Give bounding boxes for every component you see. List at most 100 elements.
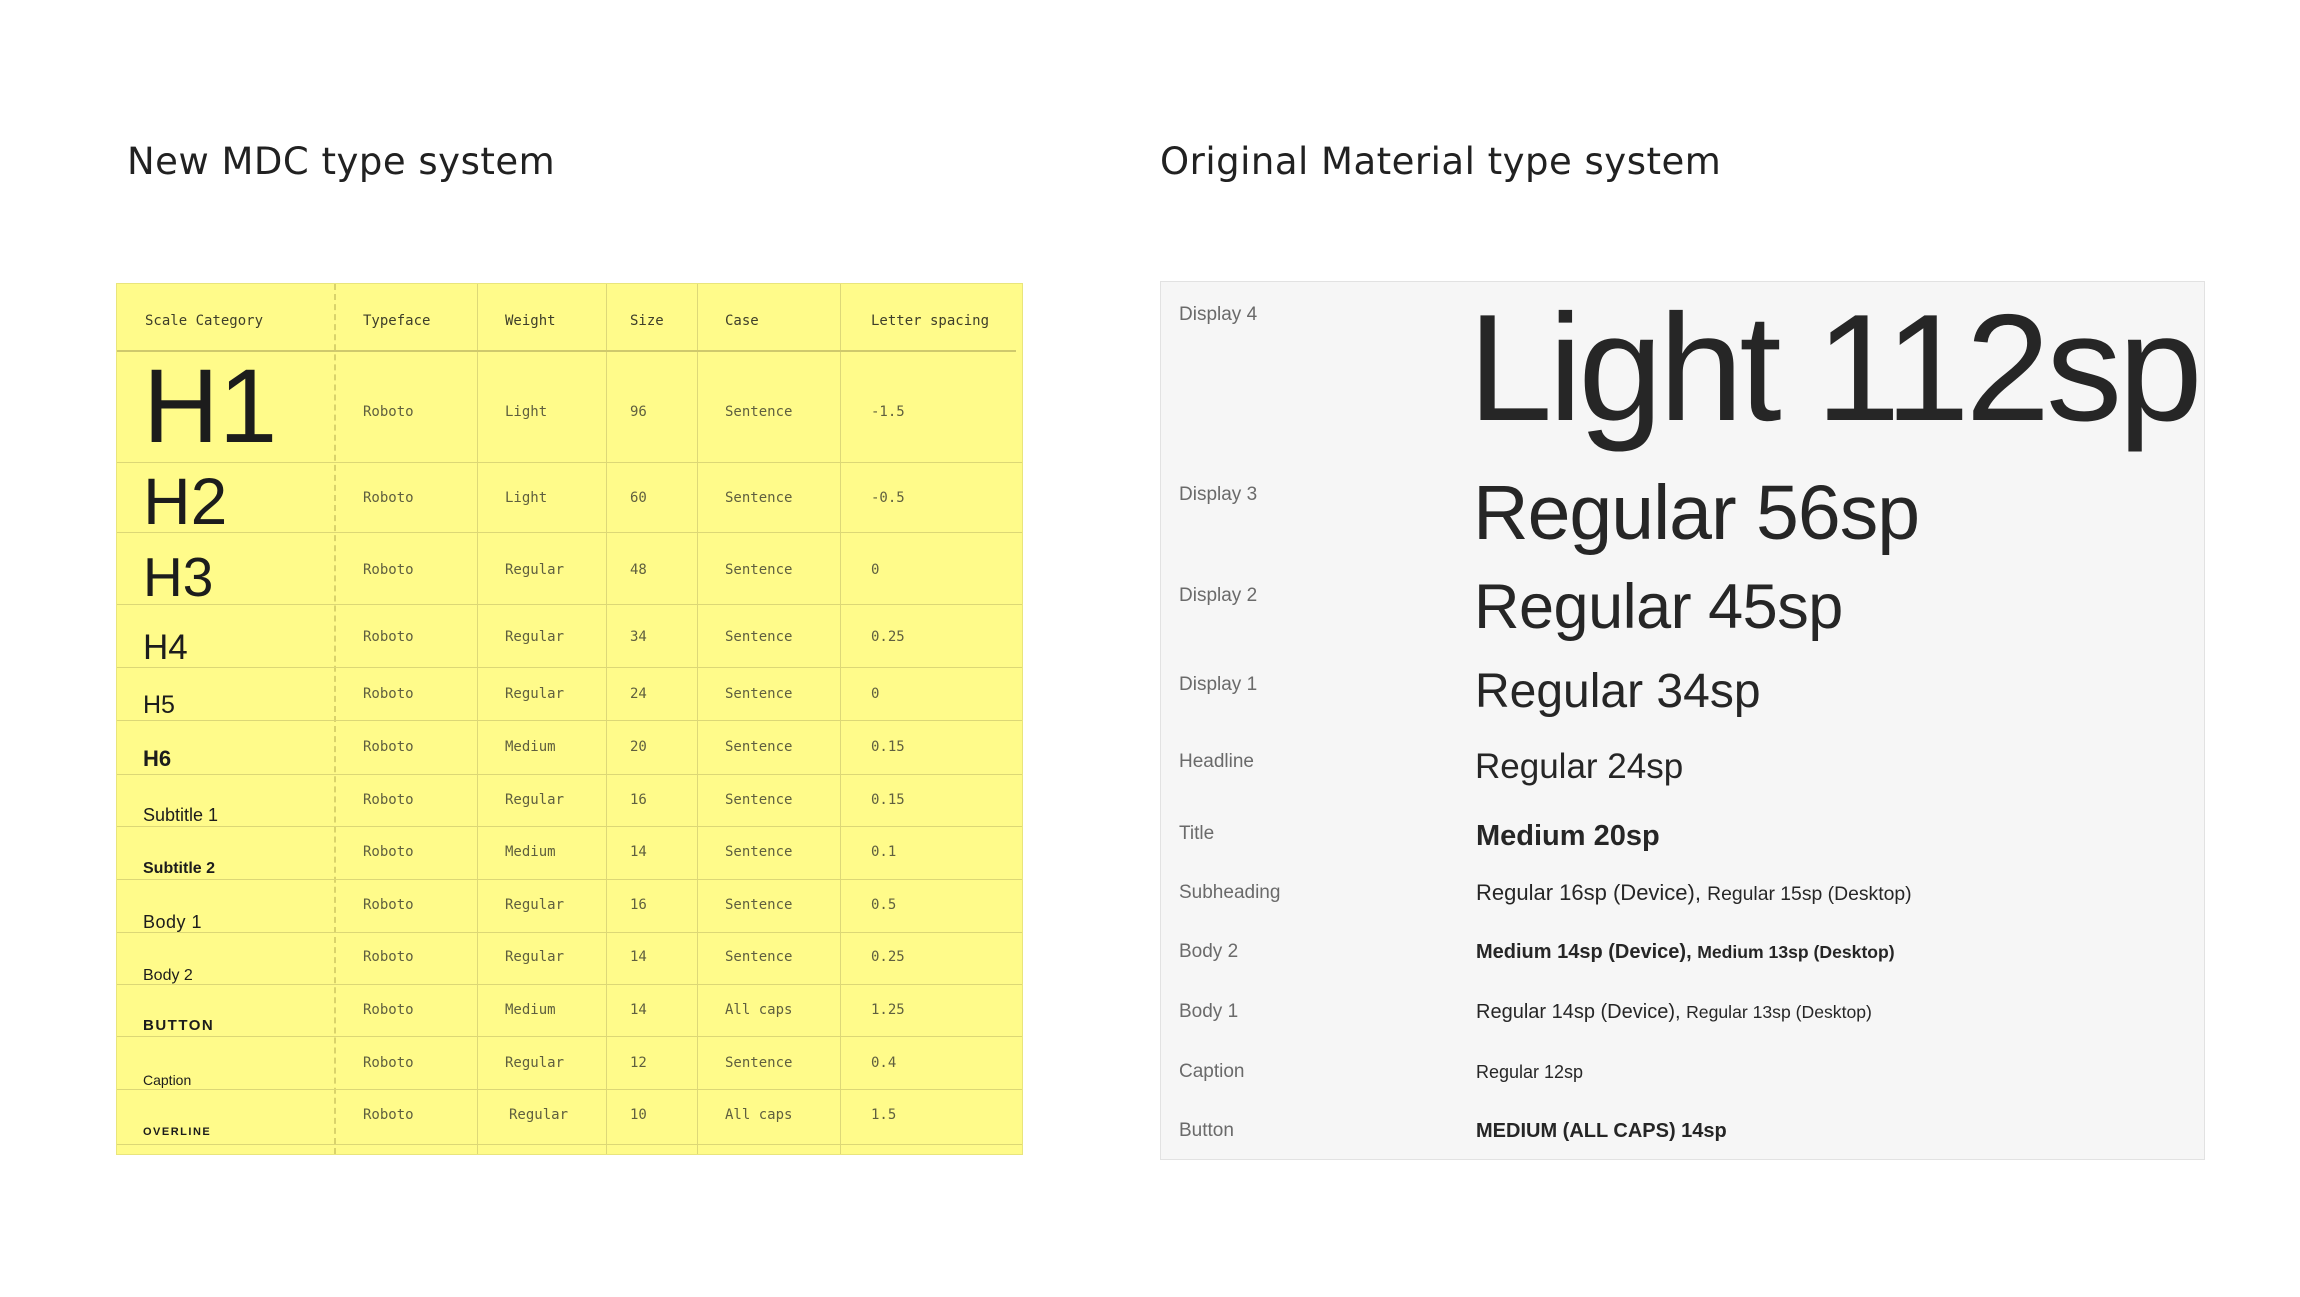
typeface-cell: Roboto — [363, 792, 414, 808]
scale-label: Body 2 — [1179, 941, 1239, 962]
weight-cell: Light — [505, 404, 548, 420]
scale-sample: Regular 14sp (Device), Regular 13sp (Des… — [1476, 1002, 1872, 1022]
typeface-cell: Roboto — [363, 1002, 414, 1018]
row-divider — [117, 1089, 1022, 1090]
case-cell: All caps — [725, 1107, 793, 1123]
scale-sample: MEDIUM (ALL CAPS) 14sp — [1476, 1121, 1727, 1141]
row-divider — [117, 462, 1022, 463]
column-divider — [606, 284, 607, 1154]
scale-sample: Regular 16sp (Device), Regular 15sp (Des… — [1476, 882, 1912, 904]
row-divider — [117, 774, 1022, 775]
scale-sample-desktop-text: Regular 15sp (Desktop) — [1707, 883, 1912, 905]
scale-category-sample: Subtitle 1 — [143, 805, 219, 825]
scale-label: Display 2 — [1179, 585, 1258, 606]
scale-sample: Regular 45sp — [1474, 576, 1843, 639]
scale-sample-text: Regular 34sp — [1475, 665, 1761, 718]
typeface-cell: Roboto — [363, 897, 414, 913]
weight-cell: Regular — [505, 629, 565, 645]
case-cell: Sentence — [725, 490, 793, 506]
column-divider — [697, 284, 698, 1154]
weight-cell: Regular — [509, 1107, 569, 1123]
scale-label: Display 1 — [1179, 674, 1258, 695]
weight-cell: Regular — [505, 792, 565, 808]
header-typeface: Typeface — [363, 313, 431, 329]
scale-sample-text: MEDIUM (ALL CAPS) 14sp — [1476, 1120, 1727, 1142]
scale-category-sample: H5 — [143, 691, 175, 719]
scale-sample-text: Medium 20sp — [1476, 820, 1660, 852]
scale-sample: Regular 12sp — [1476, 1063, 1583, 1081]
header-size: Size — [630, 313, 664, 329]
letter-spacing-cell: 0.15 — [871, 739, 905, 755]
header-scale-category: Scale Category — [145, 313, 264, 329]
row-divider — [117, 932, 1022, 933]
weight-cell: Light — [505, 490, 548, 506]
case-cell: Sentence — [725, 629, 793, 645]
scale-category-sample: H1 — [143, 348, 278, 465]
original-material-heading: Original Material type system — [1160, 140, 1722, 183]
typeface-cell: Roboto — [363, 739, 414, 755]
case-cell: Sentence — [725, 404, 793, 420]
scale-label: Headline — [1179, 751, 1254, 772]
typeface-cell: Roboto — [363, 844, 414, 860]
typeface-cell: Roboto — [363, 686, 414, 702]
letter-spacing-cell: 0.25 — [871, 629, 905, 645]
scale-sample: Regular 56sp — [1473, 475, 1920, 552]
scale-sample-text: Regular 24sp — [1475, 747, 1684, 786]
scale-category-sample: Subtitle 2 — [143, 860, 216, 877]
scale-label: Title — [1179, 823, 1215, 844]
case-cell: Sentence — [725, 739, 793, 755]
letter-spacing-cell: 0.5 — [871, 897, 897, 913]
weight-cell: Medium — [505, 739, 556, 755]
letter-spacing-cell: 0.1 — [871, 844, 897, 860]
row-divider — [117, 720, 1022, 721]
letter-spacing-cell: 0 — [871, 562, 880, 578]
size-cell: 48 — [630, 562, 647, 578]
letter-spacing-cell: 1.5 — [871, 1107, 897, 1123]
typeface-cell: Roboto — [363, 949, 414, 965]
header-case: Case — [725, 313, 759, 329]
row-divider — [117, 532, 1022, 533]
size-cell: 34 — [630, 629, 647, 645]
typeface-cell: Roboto — [363, 562, 414, 578]
column-divider — [840, 284, 841, 1154]
material-type-panel: Display 4 Light 112sp Display 3 Regular 56s… — [1160, 281, 2205, 1160]
letter-spacing-cell: 0.25 — [871, 949, 905, 965]
scale-sample: Medium 20sp — [1476, 822, 1660, 851]
size-cell: 10 — [630, 1107, 647, 1123]
scale-sample-text: Regular 56sp — [1473, 470, 1920, 556]
size-cell: 16 — [630, 792, 647, 808]
scale-sample-text: Regular 45sp — [1474, 572, 1843, 642]
size-cell: 14 — [630, 1002, 647, 1018]
size-cell: 60 — [630, 490, 647, 506]
scale-sample-text: Regular 16sp (Device), — [1476, 880, 1701, 905]
case-cell: All caps — [725, 1002, 793, 1018]
size-cell: 12 — [630, 1055, 647, 1071]
letter-spacing-cell: 0.15 — [871, 792, 905, 808]
size-cell: 20 — [630, 739, 647, 755]
weight-cell: Medium — [505, 844, 556, 860]
letter-spacing-cell: -1.5 — [871, 404, 905, 420]
case-cell: Sentence — [725, 949, 793, 965]
weight-cell: Regular — [505, 1055, 565, 1071]
letter-spacing-cell: 1.25 — [871, 1002, 905, 1018]
scale-label: Button — [1179, 1120, 1234, 1141]
scale-label: Body 1 — [1179, 1001, 1239, 1022]
scale-category-sample: Body 1 — [143, 912, 203, 932]
header-weight: Weight — [505, 313, 556, 329]
scale-sample-desktop-text: Medium 13sp (Desktop) — [1697, 942, 1895, 962]
scale-sample: Regular 34sp — [1475, 668, 1761, 716]
case-cell: Sentence — [725, 686, 793, 702]
scale-category-sample: BUTTON — [143, 1017, 215, 1034]
case-cell: Sentence — [725, 792, 793, 808]
scale-label: Caption — [1179, 1061, 1245, 1082]
scale-label: Display 3 — [1179, 484, 1258, 505]
case-cell: Sentence — [725, 844, 793, 860]
row-divider — [117, 984, 1022, 985]
scale-sample-text: Regular 12sp — [1476, 1062, 1584, 1082]
scale-sample: Medium 14sp (Device), Medium 13sp (Deskt… — [1476, 942, 1895, 962]
size-cell: 14 — [630, 949, 647, 965]
scale-category-sample: Body 2 — [143, 967, 193, 984]
scale-category-sample: H3 — [143, 546, 214, 608]
scale-category-sample: H2 — [143, 464, 228, 538]
scale-category-sample: H4 — [143, 628, 188, 667]
